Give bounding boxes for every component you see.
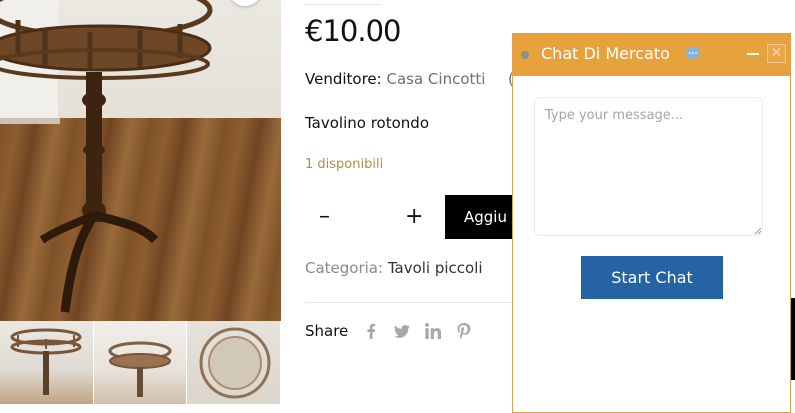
facebook-icon[interactable] <box>362 322 380 340</box>
vendor-line: Venditore: Casa Cincotti <box>305 70 485 88</box>
thumbnail-2[interactable] <box>93 321 187 404</box>
status-dot-icon <box>521 51 529 59</box>
linkedin-icon[interactable] <box>424 322 442 340</box>
stock-status: 1 disponibili <box>305 157 384 172</box>
thumbnail-2-table <box>108 341 172 397</box>
chat-widget: Chat Di Mercato ✕ Start Chat <box>512 33 791 413</box>
product-short-description: Tavolino rotondo <box>305 114 429 132</box>
gallery-thumbnails <box>0 321 281 404</box>
quantity-increase-button[interactable]: + <box>405 204 423 229</box>
share-bar: Share <box>305 322 486 340</box>
product-category: Categoria: Tavoli piccoli <box>305 259 483 277</box>
share-divider <box>305 302 535 303</box>
category-label: Categoria: <box>305 259 384 277</box>
product-main-image[interactable] <box>0 0 281 321</box>
chat-title: Chat Di Mercato <box>541 44 670 63</box>
chat-body: Start Chat <box>513 76 790 412</box>
thumbnail-1[interactable] <box>0 321 93 404</box>
product-gallery <box>0 0 281 404</box>
speech-bubble-icon <box>686 47 700 60</box>
quantity-stepper: – + <box>305 196 435 240</box>
thumbnail-1-table <box>10 328 82 395</box>
quantity-input[interactable] <box>349 204 393 232</box>
category-link[interactable]: Tavoli piccoli <box>388 259 483 277</box>
vendor-link[interactable]: Casa Cincotti <box>386 70 485 88</box>
vendor-label: Venditore: <box>305 70 382 88</box>
start-chat-button[interactable]: Start Chat <box>581 256 723 299</box>
round-table-illustration <box>0 0 213 313</box>
chat-message-input[interactable] <box>534 97 763 236</box>
share-label: Share <box>305 322 349 340</box>
quantity-decrease-button[interactable]: – <box>319 204 330 229</box>
close-icon[interactable]: ✕ <box>767 44 786 63</box>
thumbnail-3[interactable] <box>187 321 281 404</box>
product-price: €10.00 <box>305 14 401 48</box>
top-divider <box>305 4 380 5</box>
resize-grip-icon[interactable] <box>754 227 762 235</box>
twitter-icon[interactable] <box>393 322 411 340</box>
minimize-icon[interactable] <box>747 53 759 55</box>
pinterest-icon[interactable] <box>455 322 473 340</box>
chat-header[interactable]: Chat Di Mercato ✕ <box>513 34 790 76</box>
thumbnail-3-table <box>199 327 271 399</box>
